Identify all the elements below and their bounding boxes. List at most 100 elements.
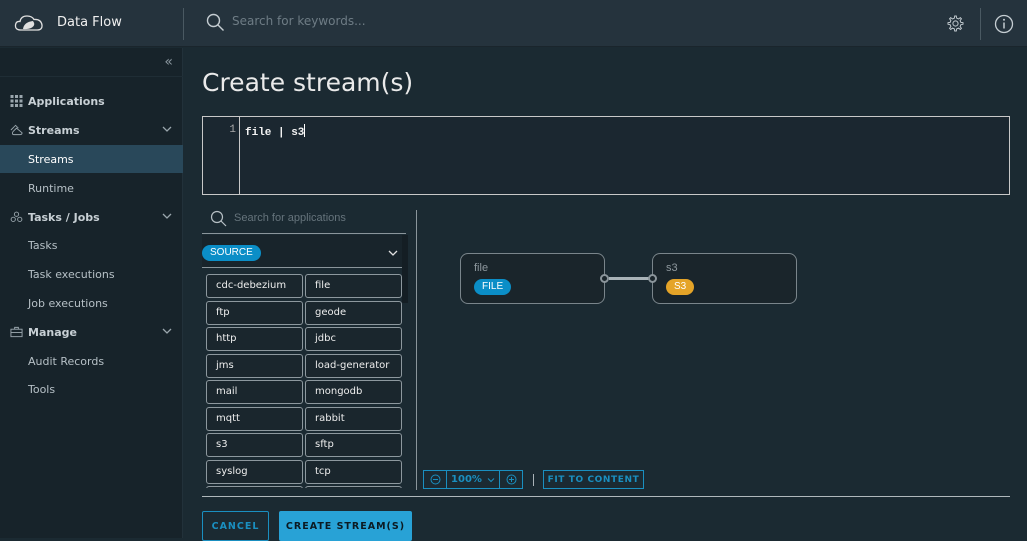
app-label: syslog — [216, 465, 248, 477]
zoom-in-button[interactable] — [499, 470, 523, 489]
app-label: geode — [315, 306, 347, 318]
sidebar-item-label: Manage — [28, 325, 77, 339]
node-type-badge: FILE — [474, 279, 512, 295]
app-item[interactable]: http — [206, 327, 303, 351]
zoom-controls: 100% — [423, 470, 523, 489]
category-header-source[interactable]: SOURCE — [202, 235, 408, 268]
graph-node-s3[interactable]: s3 S3 — [652, 253, 797, 304]
editor-gutter: 1 — [203, 117, 240, 194]
app-item[interactable]: sftp — [305, 433, 402, 457]
app-search-input[interactable] — [234, 212, 404, 224]
header-divider — [980, 8, 981, 40]
app-item[interactable]: tcp — [305, 459, 402, 484]
app-item[interactable]: mongodb — [305, 380, 402, 404]
node-name: s3 — [666, 262, 678, 274]
chevron-down-icon[interactable] — [161, 123, 173, 135]
app-item[interactable]: file — [305, 274, 402, 298]
search-icon — [206, 13, 224, 31]
sidebar-item-task-executions[interactable]: Task executions — [0, 260, 183, 288]
app-label: mqtt — [216, 412, 240, 424]
app-label: load-generator — [315, 359, 390, 371]
app-item[interactable]: syslog — [206, 459, 303, 484]
sidebar-item-label: Audit Records — [28, 354, 105, 368]
info-icon[interactable] — [994, 14, 1014, 34]
zoom-level-dropdown[interactable]: 100% — [446, 470, 500, 489]
header-divider — [183, 8, 184, 40]
spring-cloud-logo[interactable] — [14, 13, 44, 33]
sidebar-item-applications[interactable]: Applications — [0, 87, 183, 115]
app-item[interactable] — [305, 486, 402, 488]
sidebar-item-label: Streams — [28, 152, 74, 166]
editor-code-line[interactable]: file | s3 — [245, 124, 306, 139]
cancel-button[interactable]: CANCEL — [202, 511, 269, 541]
sidebar-item-label: Streams — [28, 123, 80, 137]
graph-node-file[interactable]: file FILE — [460, 253, 605, 304]
app-item[interactable]: load-generator — [305, 353, 402, 378]
app-item[interactable]: mail — [206, 380, 303, 404]
app-item[interactable]: rabbit — [305, 406, 402, 431]
app-label: tcp — [315, 465, 331, 477]
app-label: mongodb — [315, 386, 363, 397]
app-label: cdc-debezium — [216, 280, 287, 291]
grid-icon — [10, 95, 23, 107]
sidebar-item-label: Tools — [28, 382, 56, 396]
app-label: ftp — [216, 306, 230, 318]
flow-canvas[interactable]: file FILE s3 S3 — [418, 210, 1010, 490]
app-item[interactable]: geode — [305, 300, 402, 325]
tasks-icon — [10, 211, 23, 222]
app-item[interactable]: s3 — [206, 433, 303, 457]
sidebar-item-audit-records[interactable]: Audit Records — [0, 347, 183, 375]
footer-divider — [202, 496, 1010, 497]
sidebar-item-label: Tasks / Jobs — [28, 210, 100, 224]
create-stream-button[interactable]: CREATE STREAM(S) — [279, 511, 412, 541]
minus-circle-icon — [430, 474, 440, 485]
chevron-down-icon[interactable] — [161, 325, 173, 337]
page-title: Create stream(s) — [202, 68, 414, 97]
app-item[interactable]: ftp — [206, 300, 303, 325]
chevron-down-icon[interactable] — [161, 210, 173, 222]
node-name: file — [474, 262, 489, 274]
gear-icon[interactable] — [946, 14, 965, 33]
collapse-sidebar-icon[interactable]: « — [164, 54, 173, 70]
sidebar-divider — [0, 76, 183, 77]
output-port[interactable] — [600, 274, 609, 283]
zoom-divider — [533, 474, 534, 486]
app-grid: cdc-debezium file ftp geode http jdbc jm… — [206, 274, 404, 488]
sidebar: « Applications Streams Streams Runtime T… — [0, 48, 183, 538]
stream-dsl-editor[interactable]: 1 file | s3 — [202, 116, 1010, 195]
app-item[interactable]: mqtt — [206, 406, 303, 431]
sidebar-item-manage-group[interactable]: Manage — [0, 318, 183, 346]
app-brand[interactable]: Data Flow — [57, 15, 122, 30]
zoom-out-button[interactable] — [423, 470, 447, 489]
code-text: file | s3 — [245, 127, 305, 139]
input-port[interactable] — [648, 274, 657, 283]
app-item[interactable]: cdc-debezium — [206, 274, 303, 298]
streams-icon — [10, 124, 23, 136]
keyword-search-input[interactable] — [232, 14, 832, 28]
sidebar-item-tasks[interactable]: Tasks — [0, 231, 183, 259]
sidebar-item-runtime[interactable]: Runtime — [0, 174, 183, 202]
sidebar-item-tasks-jobs-group[interactable]: Tasks / Jobs — [0, 203, 183, 231]
app-item[interactable]: jdbc — [305, 327, 402, 351]
sidebar-item-job-executions[interactable]: Job executions — [0, 289, 183, 317]
top-header: Data Flow — [0, 0, 1027, 47]
divider — [202, 233, 406, 234]
sidebar-item-label: Task executions — [28, 267, 115, 281]
sidebar-item-tools[interactable]: Tools — [0, 375, 183, 403]
app-label: rabbit — [315, 412, 345, 424]
sidebar-item-streams-group[interactable]: Streams — [0, 116, 183, 144]
app-label: http — [216, 333, 237, 344]
chevron-down-icon[interactable] — [388, 249, 398, 257]
app-label: file — [315, 280, 331, 291]
app-item[interactable] — [206, 486, 303, 488]
sidebar-item-label: Tasks — [28, 238, 58, 252]
sidebar-item-label: Job executions — [28, 296, 108, 310]
zoom-level: 100% — [451, 474, 482, 485]
sidebar-item-label: Runtime — [28, 181, 74, 195]
text-cursor — [304, 124, 306, 137]
sidebar-item-streams[interactable]: Streams — [0, 145, 183, 173]
app-label: mail — [216, 386, 238, 397]
app-item[interactable]: jms — [206, 353, 303, 378]
fit-to-content-button[interactable]: FIT TO CONTENT — [543, 470, 644, 489]
line-number: 1 — [229, 124, 236, 136]
